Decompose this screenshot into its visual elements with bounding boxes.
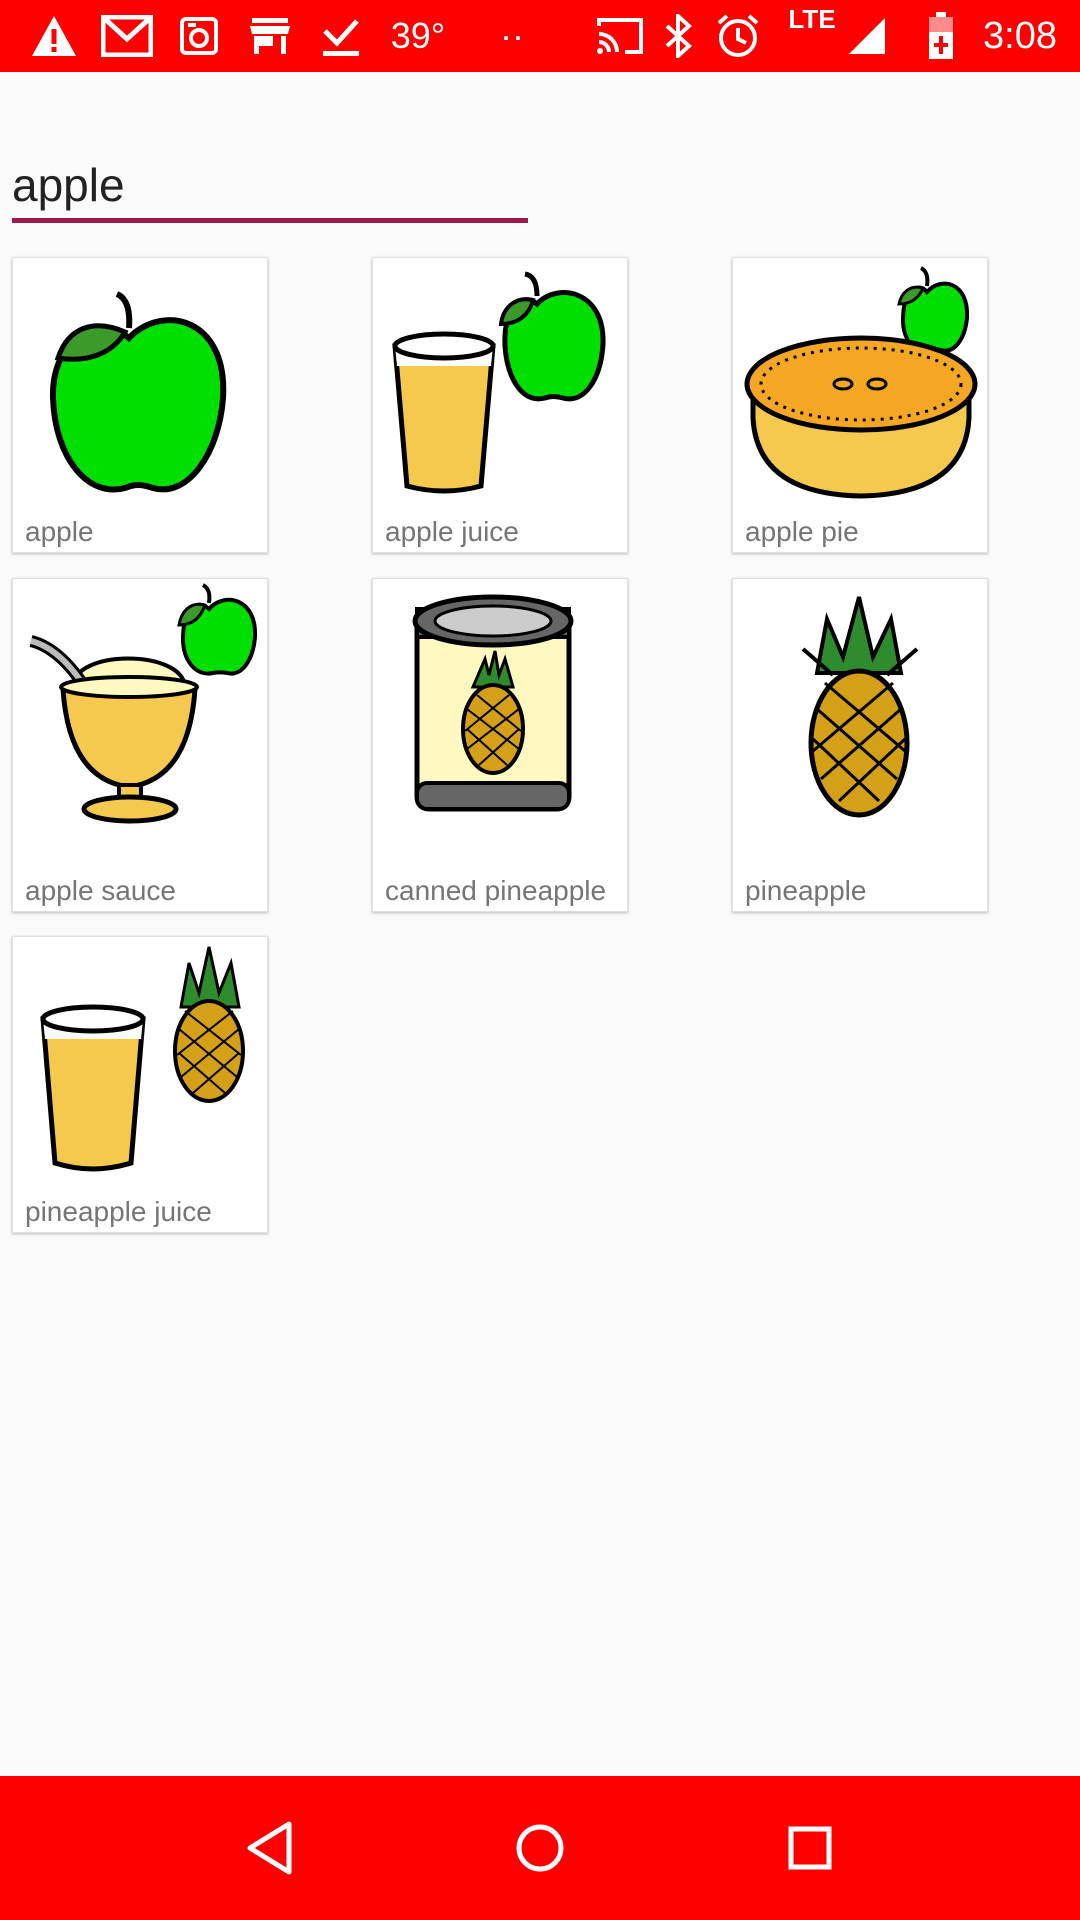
apple-icon — [49, 291, 227, 493]
result-card-apple-sauce[interactable]: apple sauce — [12, 578, 268, 912]
apple-sauce-icon — [29, 583, 258, 824]
result-label: apple — [25, 516, 94, 547]
battery-charging-icon — [924, 0, 958, 72]
more-notifications-indicator: ·· — [500, 15, 524, 56]
download-done-icon — [320, 0, 362, 72]
warning-icon — [28, 0, 80, 72]
temperature-text: 39° — [390, 15, 446, 56]
search-input[interactable] — [12, 150, 528, 220]
signal-icon — [846, 0, 888, 72]
canned-pineapple-icon — [412, 594, 574, 812]
result-card-apple-pie[interactable]: apple pie — [732, 257, 988, 553]
gmail-icon — [100, 0, 154, 72]
apple-pie-icon — [744, 266, 978, 499]
back-icon[interactable] — [230, 1808, 310, 1888]
result-label: apple pie — [745, 516, 859, 547]
home-icon[interactable] — [500, 1808, 580, 1888]
status-bar: 39° ·· LTE 3:08 — [0, 0, 1080, 72]
pineapple-juice-icon — [40, 946, 245, 1172]
result-card-apple[interactable]: apple — [12, 257, 268, 553]
navigation-bar — [0, 1776, 1080, 1920]
result-card-apple-juice[interactable]: apple juice — [372, 257, 628, 553]
cast-icon — [594, 0, 646, 72]
result-label: apple juice — [385, 516, 519, 547]
result-label: pineapple — [745, 875, 867, 906]
result-label: pineapple juice — [25, 1196, 212, 1227]
camera-icon — [178, 0, 220, 72]
result-card-pineapple-juice[interactable]: pineapple juice — [12, 936, 268, 1233]
store-icon — [248, 0, 292, 72]
result-label: apple sauce — [25, 875, 177, 906]
alarm-icon — [714, 0, 762, 72]
apple-juice-icon — [392, 271, 606, 494]
recents-icon[interactable] — [770, 1808, 850, 1888]
pineapple-icon — [801, 596, 919, 818]
result-card-pineapple[interactable]: pineapple — [732, 578, 988, 912]
result-card-canned-pineapple[interactable]: canned pineapple — [372, 578, 628, 912]
network-type-text: LTE — [788, 4, 836, 34]
clock-text: 3:08 — [983, 14, 1057, 57]
result-label: canned pineapple — [385, 875, 607, 906]
search-underline — [12, 218, 528, 223]
bluetooth-icon — [660, 0, 696, 72]
